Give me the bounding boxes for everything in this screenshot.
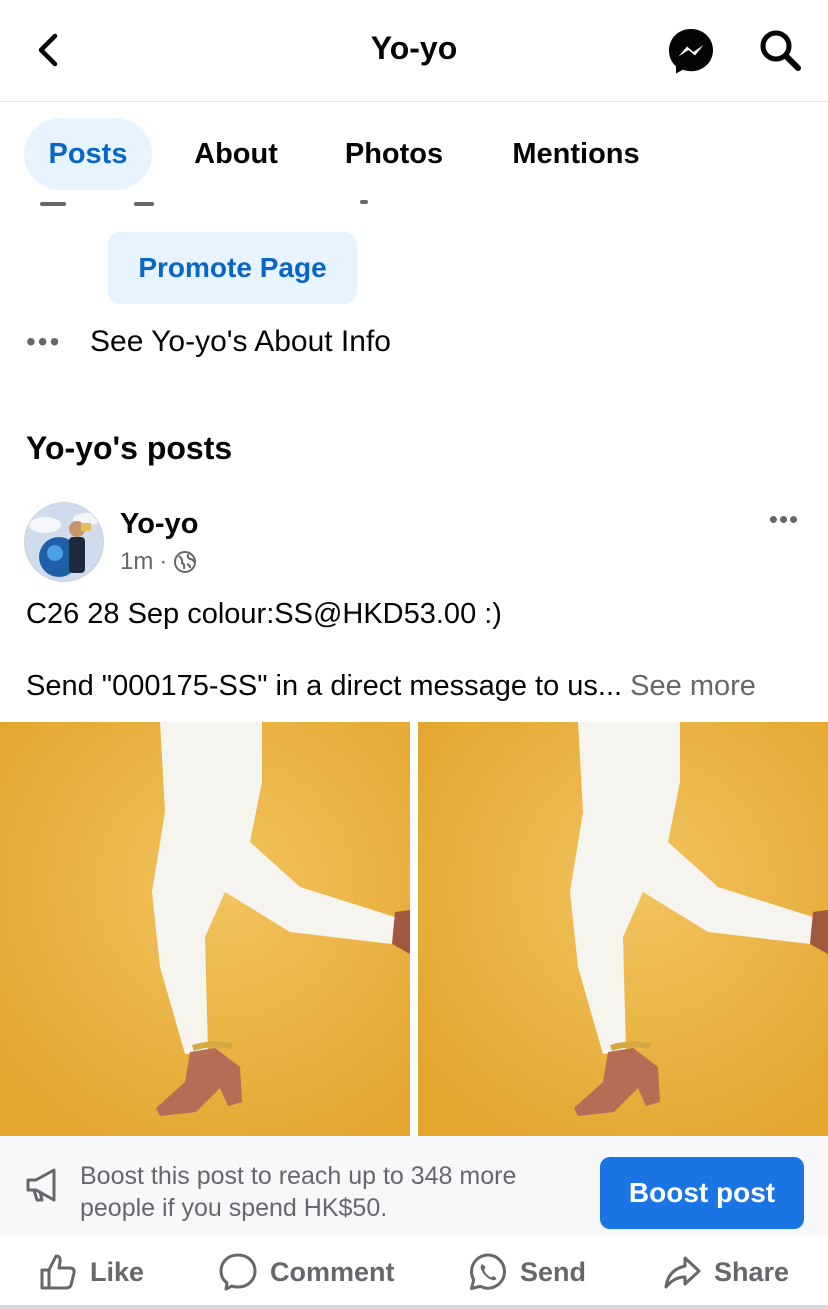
tab-about[interactable]: About — [176, 118, 296, 190]
send-label: Send — [520, 1256, 587, 1287]
comment-button[interactable]: Comment — [218, 1246, 395, 1298]
post-text-line-2-content: Send "000175-SS" in a direct message to … — [26, 670, 623, 702]
post-text-line-1: C26 28 Sep colour:SS@HKD53.00 :) — [26, 598, 502, 630]
see-about-info-label: See Yo-yo's About Info — [90, 325, 391, 358]
avatar[interactable] — [24, 502, 104, 582]
scrolled-content-edge — [0, 192, 828, 206]
search-icon — [760, 30, 801, 71]
comment-icon — [219, 1253, 257, 1291]
tab-photos[interactable]: Photos — [328, 118, 460, 190]
send-button[interactable]: Send — [468, 1246, 586, 1298]
boost-description: Boost this post to reach up to 348 more … — [80, 1162, 517, 1222]
bottom-divider — [0, 1305, 828, 1309]
search-button[interactable] — [756, 26, 804, 74]
profile-tabs: Posts About Photos Mentions — [0, 102, 828, 202]
globe-icon — [174, 551, 197, 573]
avatar-image — [25, 503, 103, 581]
thumbs-up-icon — [40, 1254, 76, 1290]
post-photo-1[interactable] — [0, 722, 410, 1136]
post-text-line-2: Send "000175-SS" in a direct message to … — [26, 670, 756, 703]
tab-mentions[interactable]: Mentions — [494, 118, 658, 190]
post-time[interactable]: 1m — [120, 548, 153, 576]
promote-page-button[interactable]: Promote Page — [108, 232, 357, 304]
comment-label: Comment — [270, 1256, 395, 1287]
more-dots-icon: ••• — [26, 326, 62, 357]
post-photo-2[interactable] — [418, 722, 828, 1136]
legs-image — [418, 722, 828, 1136]
messenger-button[interactable] — [666, 26, 716, 76]
post-options-button[interactable]: ••• — [760, 504, 808, 540]
post-meta: 1m · — [120, 548, 197, 576]
post-author[interactable]: Yo-yo — [120, 508, 198, 541]
share-icon — [664, 1256, 701, 1289]
like-button[interactable]: Like — [38, 1246, 144, 1298]
see-more-link[interactable]: See more — [630, 670, 756, 702]
legs-image — [0, 722, 410, 1136]
meta-separator: · — [159, 548, 168, 575]
like-label: Like — [90, 1256, 145, 1287]
share-label: Share — [714, 1256, 790, 1287]
boost-post-bar: Boost this post to reach up to 348 more … — [0, 1136, 828, 1236]
share-button[interactable]: Share — [662, 1246, 789, 1298]
messenger-icon — [669, 29, 713, 74]
post-action-bar: Like Comment Send Share — [0, 1236, 828, 1309]
see-about-info-row[interactable]: ••• See Yo-yo's About Info — [26, 318, 391, 366]
tab-posts[interactable]: Posts — [24, 118, 152, 190]
top-bar: Yo-yo — [0, 0, 828, 102]
boost-post-button[interactable]: Boost post — [600, 1157, 804, 1229]
posts-section-title: Yo-yo's posts — [26, 430, 233, 466]
megaphone-icon — [26, 1168, 56, 1202]
whatsapp-icon — [470, 1253, 506, 1290]
